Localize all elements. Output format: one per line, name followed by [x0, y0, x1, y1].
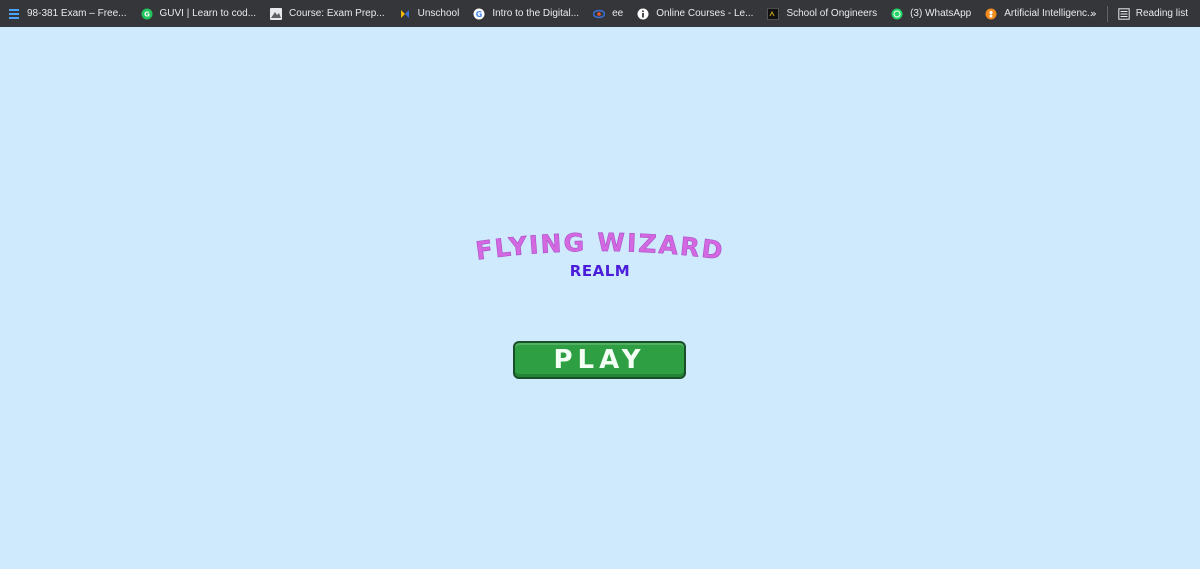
- bookmark-intro-digital[interactable]: G Intro to the Digital...: [473, 0, 579, 27]
- bookmark-course-exam-prep[interactable]: Course: Exam Prep...: [270, 0, 385, 27]
- bookmark-whatsapp[interactable]: (3) WhatsApp: [891, 0, 971, 27]
- game-title-text: FLYING WIZARD: [474, 228, 726, 266]
- bookmark-label: Intro to the Digital...: [492, 8, 580, 19]
- ai-icon: [985, 8, 997, 20]
- bookmark-school-of-ongineers[interactable]: School of Ongineers: [767, 0, 877, 27]
- mountain-icon: [270, 7, 283, 20]
- bookmark-label: School of Ongineers: [786, 8, 878, 19]
- bookmark-unschool[interactable]: Unschool: [399, 0, 460, 27]
- bookmark-label: (3) WhatsApp: [910, 8, 972, 19]
- ee-icon: [593, 8, 606, 20]
- bookmark-98-381-exam[interactable]: 98-381 Exam – Free...: [8, 0, 127, 27]
- bookmark-label: Course: Exam Prep...: [289, 8, 385, 19]
- bookmark-online-courses[interactable]: Online Courses - Le...: [637, 0, 753, 27]
- bookmark-label: ee: [612, 8, 624, 19]
- sog-icon: [767, 7, 780, 20]
- bookmark-artificial-intelligence[interactable]: Artificial Intelligenc...: [985, 0, 1095, 27]
- info-icon: [637, 8, 649, 20]
- unschool-icon: [399, 8, 411, 20]
- bookmark-label: 98-381 Exam – Free...: [27, 8, 127, 19]
- reading-list-label: Reading list: [1135, 8, 1188, 19]
- bookmark-label: Artificial Intelligenc...: [1004, 8, 1096, 19]
- bookmarks-bar: 98-381 Exam – Free... G GUVI | Learn to …: [0, 0, 1200, 27]
- bookmark-guvi[interactable]: G GUVI | Learn to cod...: [141, 0, 257, 27]
- game-canvas: FLYING WIZARD REALM PLAY: [0, 27, 1200, 569]
- google-icon: G: [473, 8, 485, 20]
- bookmark-label: Unschool: [417, 8, 460, 19]
- game-subtitle: REALM: [569, 262, 631, 280]
- bookmarks-bar-right: » Reading list: [1090, 0, 1200, 27]
- divider: [1106, 5, 1108, 22]
- bookmark-label: Online Courses - Le...: [656, 8, 754, 19]
- bookmarks-overflow-chevron-icon[interactable]: »: [1090, 7, 1097, 20]
- guvi-icon: G: [141, 8, 153, 20]
- play-button[interactable]: PLAY: [513, 341, 686, 379]
- reading-list-icon: [1118, 7, 1130, 20]
- reading-list-button[interactable]: Reading list: [1118, 7, 1188, 20]
- whatsapp-icon: [891, 8, 903, 20]
- bars-icon: [8, 8, 20, 20]
- svg-text:G: G: [144, 10, 150, 18]
- bookmark-label: GUVI | Learn to cod...: [159, 8, 257, 19]
- svg-text:G: G: [476, 10, 483, 19]
- bookmark-ee[interactable]: ee: [593, 0, 623, 27]
